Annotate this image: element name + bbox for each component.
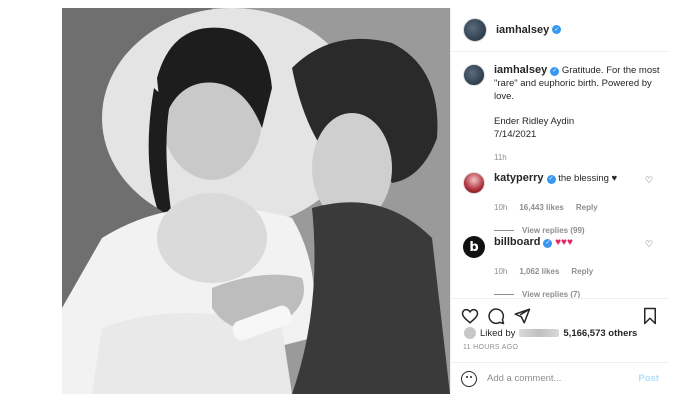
like-heart-icon[interactable]	[461, 307, 479, 325]
comment-body: katyperry ✓ the blessing ♥	[494, 172, 644, 194]
reply-button[interactable]: Reply	[576, 203, 598, 212]
author-username[interactable]: iamhalsey	[496, 24, 549, 36]
verified-badge-icon: ✓	[552, 25, 562, 34]
post-timestamp: 11 HOURS AGO	[463, 344, 519, 351]
comment-billboard: b billboard ✓ ♥♥♥ ♡ 10h 1,062 likes Reply…	[463, 236, 663, 299]
commenter-avatar[interactable]	[463, 172, 485, 194]
view-replies-button[interactable]: View replies (99)	[494, 226, 663, 235]
caption-author-avatar[interactable]	[463, 64, 485, 86]
commenter-username[interactable]: katyperry	[494, 172, 544, 184]
comment-body: billboard ✓ ♥♥♥	[494, 236, 644, 258]
comment-text: the blessing ♥	[558, 173, 618, 184]
verified-badge-icon: ✓	[543, 239, 553, 248]
caption-body: iamhalsey ✓ Gratitude. For the most "rare…	[494, 64, 662, 164]
caption: iamhalsey ✓ Gratitude. For the most "rare…	[451, 64, 669, 164]
emoji-smiley-icon[interactable]	[461, 370, 477, 387]
commenter-avatar[interactable]: b	[463, 236, 485, 258]
like-comment-heart-icon[interactable]: ♡	[645, 239, 655, 249]
comment-meta: 10h 1,062 likes Reply	[494, 267, 663, 276]
comment-bubble-icon[interactable]	[487, 307, 505, 325]
likes-prefix: Liked by	[480, 327, 516, 339]
reply-button[interactable]: Reply	[571, 267, 593, 276]
commenter-username[interactable]: billboard	[494, 236, 540, 248]
add-comment-bar: Post	[451, 362, 669, 394]
caption-baby-name: Ender Ridley Aydin	[494, 116, 575, 127]
save-bookmark-icon[interactable]	[641, 307, 659, 325]
caption-age: 11h	[494, 153, 507, 162]
likes-count[interactable]: 5,166,573 others	[563, 328, 637, 339]
post-comment-button[interactable]: Post	[638, 373, 659, 384]
verified-badge-icon: ✓	[550, 67, 560, 76]
instagram-post-page: › iamhalsey ✓ iamhalsey✓ Gratitude. For …	[0, 0, 700, 400]
post-side-panel: iamhalsey ✓ iamhalsey ✓ Gratitude. For th…	[450, 8, 669, 394]
verified-badge-icon: ✓	[546, 175, 556, 184]
comment-likes[interactable]: 16,443 likes	[519, 203, 563, 212]
comment-meta: 10h 16,443 likes Reply	[494, 203, 663, 212]
likes-summary: Liked by 5,166,573 others	[463, 326, 637, 340]
comment-katyperry: katyperry ✓ the blessing ♥ ♡ 10h 16,443 l…	[463, 172, 663, 235]
comment-age: 10h	[494, 203, 508, 212]
liker-name-redacted	[519, 329, 560, 337]
photo-illustration	[62, 8, 450, 394]
comment-age: 10h	[494, 267, 508, 276]
liker-avatar[interactable]	[463, 326, 477, 340]
caption-author-username[interactable]: iamhalsey	[494, 64, 547, 76]
author-avatar[interactable]	[463, 17, 487, 42]
post-photo[interactable]: ›	[62, 8, 450, 394]
caption-extra: Ender Ridley Aydin 7/14/2021	[494, 115, 662, 141]
post-header: iamhalsey ✓	[451, 8, 669, 52]
comment-likes[interactable]: 1,062 likes	[519, 267, 559, 276]
caption-date: 7/14/2021	[494, 129, 537, 140]
add-comment-input[interactable]	[487, 373, 627, 384]
share-paper-plane-icon[interactable]	[513, 307, 531, 325]
comments-area: iamhalsey ✓ Gratitude. For the most "rare…	[451, 64, 669, 164]
comment-text: ♥♥♥	[555, 237, 573, 248]
like-comment-heart-icon[interactable]: ♡	[645, 175, 655, 185]
